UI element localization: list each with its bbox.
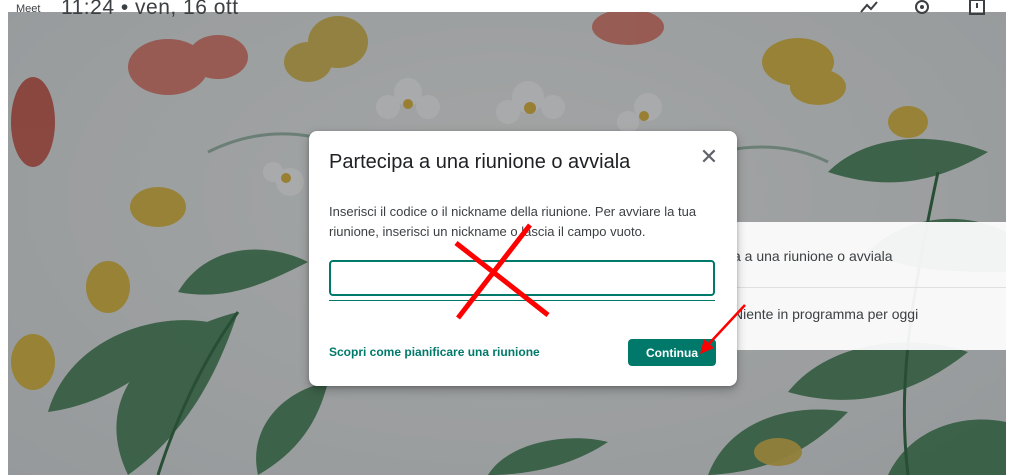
learn-schedule-link[interactable]: Scopri come pianificare una riunione [329,345,540,359]
date-time: 11:24 • ven, 16 ott [61,0,239,19]
meeting-code-input[interactable] [329,260,715,296]
app-name: Meet [16,3,41,15]
top-bar: Meet 11:24 • ven, 16 ott [8,0,1006,28]
dialog-description: Inserisci il codice o il nickname della … [329,204,697,239]
close-icon[interactable]: ✕ [697,145,721,169]
divider [727,287,1006,288]
input-underline [329,300,715,301]
home-actions-card: a a una riunione o avviala Niente in pro… [727,222,1006,350]
continue-button[interactable]: Continua [628,339,716,366]
screen: Meet 11:24 • ven, 16 ott a a una riunion… [0,0,1014,475]
dialog-title: Partecipa a una riunione o avviala [329,151,631,173]
agenda-status: Niente in programma per oggi [733,306,919,322]
account-icon[interactable] [968,0,986,21]
feedback-icon[interactable] [860,0,878,19]
join-meeting-dialog: Partecipa a una riunione o avviala ✕ Ins… [309,131,737,386]
settings-gear-icon[interactable] [913,0,931,21]
join-or-start-option[interactable]: a a una riunione o avviala [733,248,893,264]
